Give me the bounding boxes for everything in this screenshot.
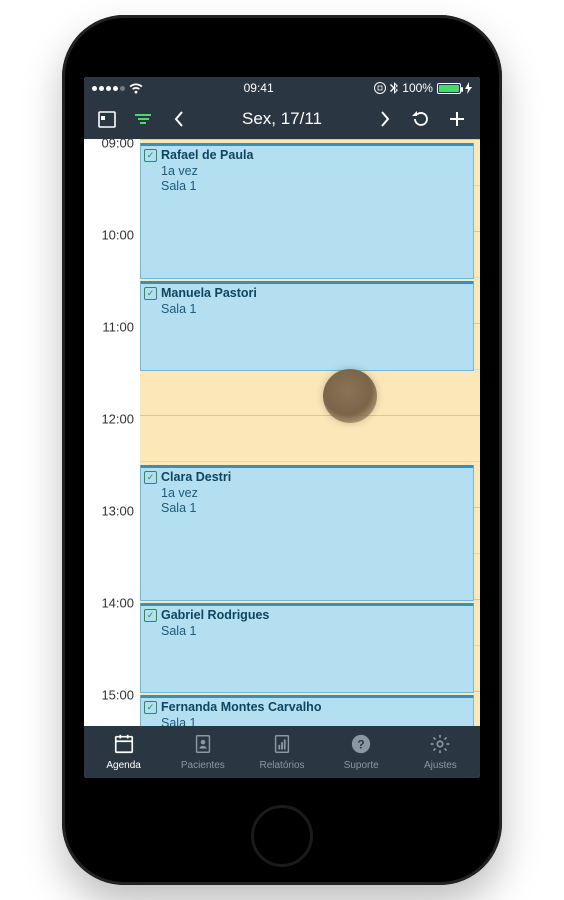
nav-bar: Sex, 17/11 (84, 99, 480, 139)
charging-icon (465, 82, 472, 94)
check-icon (144, 287, 157, 300)
signal-strength-icon (92, 86, 125, 91)
refresh-icon (412, 110, 430, 128)
tab-label: Suporte (344, 760, 379, 771)
pacientes-icon (192, 733, 214, 758)
status-left (92, 83, 143, 94)
event-detail: Sala 1 (161, 501, 469, 517)
event-detail: Sala 1 (161, 624, 469, 640)
calendar-event[interactable]: Fernanda Montes CarvalhoSala 1 (140, 695, 474, 726)
time-label: 13:00 (88, 504, 134, 519)
check-icon (144, 471, 157, 484)
time-label: 15:00 (88, 688, 134, 703)
suporte-icon: ? (350, 733, 372, 758)
calendar-event[interactable]: Manuela PastoriSala 1 (140, 281, 474, 371)
add-button[interactable] (440, 102, 474, 136)
calendar-body[interactable]: 09:00 10:00 11:00 12:00 13:00 14:00 15:00 Rafa… (84, 139, 480, 726)
filter-icon (135, 112, 151, 126)
chevron-right-icon (379, 110, 391, 128)
filter-button[interactable] (126, 102, 160, 136)
check-icon (144, 609, 157, 622)
tab-relatorios[interactable]: Relatórios (242, 726, 321, 778)
event-name: Clara Destri (161, 470, 469, 486)
prev-day-button[interactable] (162, 102, 196, 136)
event-name: Manuela Pastori (161, 286, 469, 302)
svg-text:?: ? (358, 738, 365, 752)
plus-icon (448, 110, 466, 128)
chevron-left-icon (173, 110, 185, 128)
event-detail: Sala 1 (161, 302, 469, 318)
time-label: 12:00 (88, 412, 134, 427)
relatorios-icon (271, 733, 293, 758)
time-label: 14:00 (88, 596, 134, 611)
battery-percent: 100% (402, 81, 433, 95)
tab-agenda[interactable]: Agenda (84, 726, 163, 778)
time-label: 09:00 (88, 139, 134, 151)
nav-date-title[interactable]: Sex, 17/11 (198, 109, 366, 129)
event-name: Gabriel Rodrigues (161, 608, 469, 624)
calendar-grid[interactable]: Rafael de Paula1a vezSala 1Manuela Pasto… (140, 139, 480, 726)
next-day-button[interactable] (368, 102, 402, 136)
event-detail: 1a vez (161, 486, 469, 502)
time-label: 10:00 (88, 228, 134, 243)
refresh-button[interactable] (404, 102, 438, 136)
bluetooth-icon (390, 82, 398, 94)
app-screen: 09:41 100% (84, 77, 480, 778)
event-detail: Sala 1 (161, 716, 469, 726)
battery-icon (437, 83, 461, 94)
status-bar: 09:41 100% (84, 77, 480, 99)
calendar-event[interactable]: Rafael de Paula1a vezSala 1 (140, 143, 474, 279)
tab-suporte[interactable]: ? Suporte (322, 726, 401, 778)
tab-label: Pacientes (181, 760, 225, 771)
status-right: 100% (374, 81, 472, 95)
rotation-lock-icon (374, 82, 386, 94)
time-column: 09:00 10:00 11:00 12:00 13:00 14:00 15:00 (84, 139, 140, 726)
ajustes-icon (429, 733, 451, 758)
home-button[interactable] (251, 805, 313, 867)
calendar-view-button[interactable] (90, 102, 124, 136)
wifi-icon (129, 83, 143, 94)
tab-bar: Agenda Pacientes Relatórios? Suporte Ajustes (84, 726, 480, 778)
tab-label: Agenda (106, 760, 140, 771)
status-time: 09:41 (244, 81, 274, 95)
tab-label: Relatórios (259, 760, 304, 771)
phone-frame: 09:41 100% (62, 15, 502, 885)
calendar-event[interactable]: Clara Destri1a vezSala 1 (140, 465, 474, 601)
event-name: Rafael de Paula (161, 148, 469, 164)
tab-label: Ajustes (424, 760, 457, 771)
check-icon (144, 701, 157, 714)
time-label: 11:00 (88, 320, 134, 335)
check-icon (144, 149, 157, 162)
tab-pacientes[interactable]: Pacientes (163, 726, 242, 778)
event-name: Fernanda Montes Carvalho (161, 700, 469, 716)
calendar-event[interactable]: Gabriel RodriguesSala 1 (140, 603, 474, 693)
agenda-icon (113, 733, 135, 758)
tab-ajustes[interactable]: Ajustes (401, 726, 480, 778)
event-detail: Sala 1 (161, 179, 469, 195)
event-detail: 1a vez (161, 164, 469, 180)
